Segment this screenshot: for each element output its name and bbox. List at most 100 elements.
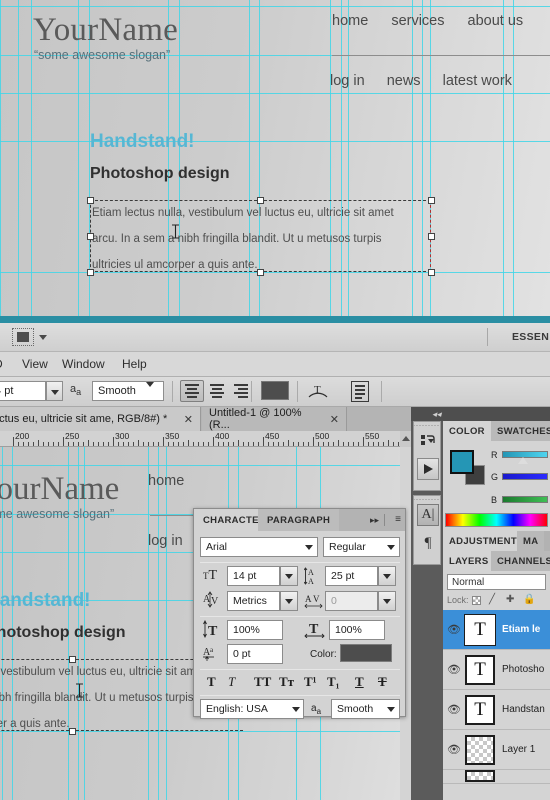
nav-item-latest-work[interactable]: latest work [443,73,512,89]
close-icon[interactable]: ✕ [178,413,193,426]
drag-handle[interactable] [414,422,440,428]
layer-row[interactable]: 👁 Layer 1 [443,730,550,770]
font-size-dropdown-button[interactable] [46,381,63,401]
eye-icon[interactable]: 👁 [443,703,465,716]
vertical-scale-input[interactable]: 100% [227,620,283,640]
eye-icon[interactable]: 👁 [443,663,465,676]
resize-handle[interactable] [87,269,94,276]
layer-thumbnail[interactable] [465,734,495,765]
tab-channels[interactable]: CHANNELS [491,551,550,571]
chevron-down-icon[interactable] [292,707,300,712]
blend-mode-select[interactable]: Normal [447,574,546,590]
panel-menu-icon[interactable]: ≡ [395,514,401,525]
tracking-dropdown-button[interactable] [378,591,396,611]
foreground-color-swatch[interactable] [450,450,474,474]
subscript-button[interactable]: T₁ [327,674,340,690]
baseline-shift-input[interactable]: 0 pt [227,644,283,664]
chevron-down-icon[interactable] [387,707,395,712]
layer-thumbnail[interactable] [465,770,495,782]
nav-item-log-in[interactable]: log in [330,73,365,89]
all-caps-button[interactable]: TT [254,674,271,690]
character-panel[interactable]: CHARACTER PARAGRAPH ▸▸ ≡ Arial Regular T… [193,508,406,719]
tab-swatches[interactable]: SWATCHES [491,421,550,441]
workspace-label[interactable]: ESSEN [512,331,549,343]
resize-handle[interactable] [428,233,435,240]
nav-item-home[interactable]: home [332,13,368,29]
leading-dropdown-button[interactable] [378,566,396,586]
layer-thumbnail[interactable]: T [464,613,496,646]
menu-item-view[interactable]: View [22,357,48,371]
slider-green[interactable] [502,473,548,480]
kerning-dropdown-button[interactable] [280,591,298,611]
chevron-down-icon[interactable] [305,545,313,550]
layer-row[interactable]: 👁 T Etiam le [443,610,550,650]
strikethrough-button[interactable]: T [378,674,387,690]
toggle-character-panel-button[interactable] [351,381,369,402]
resize-handle[interactable] [257,197,264,204]
horizontal-ruler[interactable]: 200 250 300 350 400 450 500 550 [0,431,400,447]
color-spectrum-ramp[interactable] [445,513,548,527]
language-select[interactable]: English: USA [200,699,304,719]
tab-color[interactable]: COLOR [443,421,491,441]
collapse-arrows-icon[interactable]: ◂◂ [432,410,441,419]
tab-masks[interactable]: MA [517,531,545,551]
character-panel-icon[interactable]: A| [417,504,439,526]
layer-row-partial[interactable] [443,770,550,784]
font-size-input[interactable]: 14 pt [227,566,280,586]
resize-handle[interactable] [69,728,76,735]
lock-brush-icon[interactable]: ╱ [489,594,495,605]
tracking-input[interactable]: 0 [325,591,378,611]
layer-name[interactable]: Layer 1 [502,744,535,755]
resize-handle[interactable] [69,656,76,663]
resize-handle[interactable] [428,269,435,276]
paragraph-panel-icon[interactable]: ¶ [417,532,439,554]
faux-bold-button[interactable]: T [207,674,216,690]
resize-handle[interactable] [87,197,94,204]
close-icon[interactable]: ✕ [324,413,339,426]
eye-icon[interactable]: 👁 [443,623,465,636]
layer-name[interactable]: Etiam le [502,624,540,635]
layer-name[interactable]: Handstan [502,704,545,715]
expand-arrows-icon[interactable]: ▸▸ [370,515,379,526]
lock-transparency-icon[interactable] [472,596,481,605]
chevron-down-icon[interactable] [146,382,154,387]
document-tab-active[interactable]: Untitled-1 @ 100% (R... ✕ [202,407,347,431]
menu-item-help[interactable]: Help [122,357,147,371]
history-icon[interactable] [417,430,439,452]
font-size-input[interactable]: 14 pt [0,381,46,401]
layer-row[interactable]: 👁 T Handstan [443,690,550,730]
dock-collapse-bar[interactable]: ◂◂ [411,407,550,421]
lock-all-icon[interactable]: 🔒 [523,594,535,605]
faux-italic-button[interactable]: T [228,674,235,690]
menu-item-3d[interactable]: D [0,357,3,371]
underline-button[interactable]: T [355,674,364,690]
drag-handle[interactable] [414,496,440,502]
text-selection-box[interactable] [87,197,435,276]
lock-move-icon[interactable]: ✚ [506,594,514,605]
align-right-button[interactable] [229,380,253,402]
layer-thumbnail[interactable]: T [465,654,495,685]
tab-layers[interactable]: LAYERS [443,551,495,571]
layer-row[interactable]: 👁 T Photosho [443,650,550,690]
tab-paragraph[interactable]: PARAGRAPH [258,509,340,531]
eye-icon[interactable]: 👁 [443,743,465,756]
chevron-down-icon[interactable] [387,545,395,550]
layer-name[interactable]: Photosho [502,664,544,675]
layer-thumbnail[interactable]: T [465,694,495,725]
scroll-up-arrow-icon[interactable] [400,431,411,447]
align-left-button[interactable] [180,380,204,402]
nav-item-news[interactable]: news [387,73,421,89]
horizontal-scale-input[interactable]: 100% [329,620,385,640]
nav-item-about-us[interactable]: about us [468,13,524,29]
kerning-select[interactable]: Metrics [227,591,280,611]
menu-item-window[interactable]: Window [62,357,105,371]
align-center-button[interactable] [205,380,229,402]
chevron-down-icon[interactable] [39,335,47,340]
screen-mode-icon[interactable] [12,328,34,346]
resize-handle[interactable] [257,269,264,276]
resize-handle[interactable] [428,197,435,204]
font-family-select[interactable]: Arial [200,537,318,557]
font-size-dropdown-button[interactable] [280,566,298,586]
leading-input[interactable]: 25 pt [325,566,378,586]
text-color-swatch[interactable] [340,644,392,662]
